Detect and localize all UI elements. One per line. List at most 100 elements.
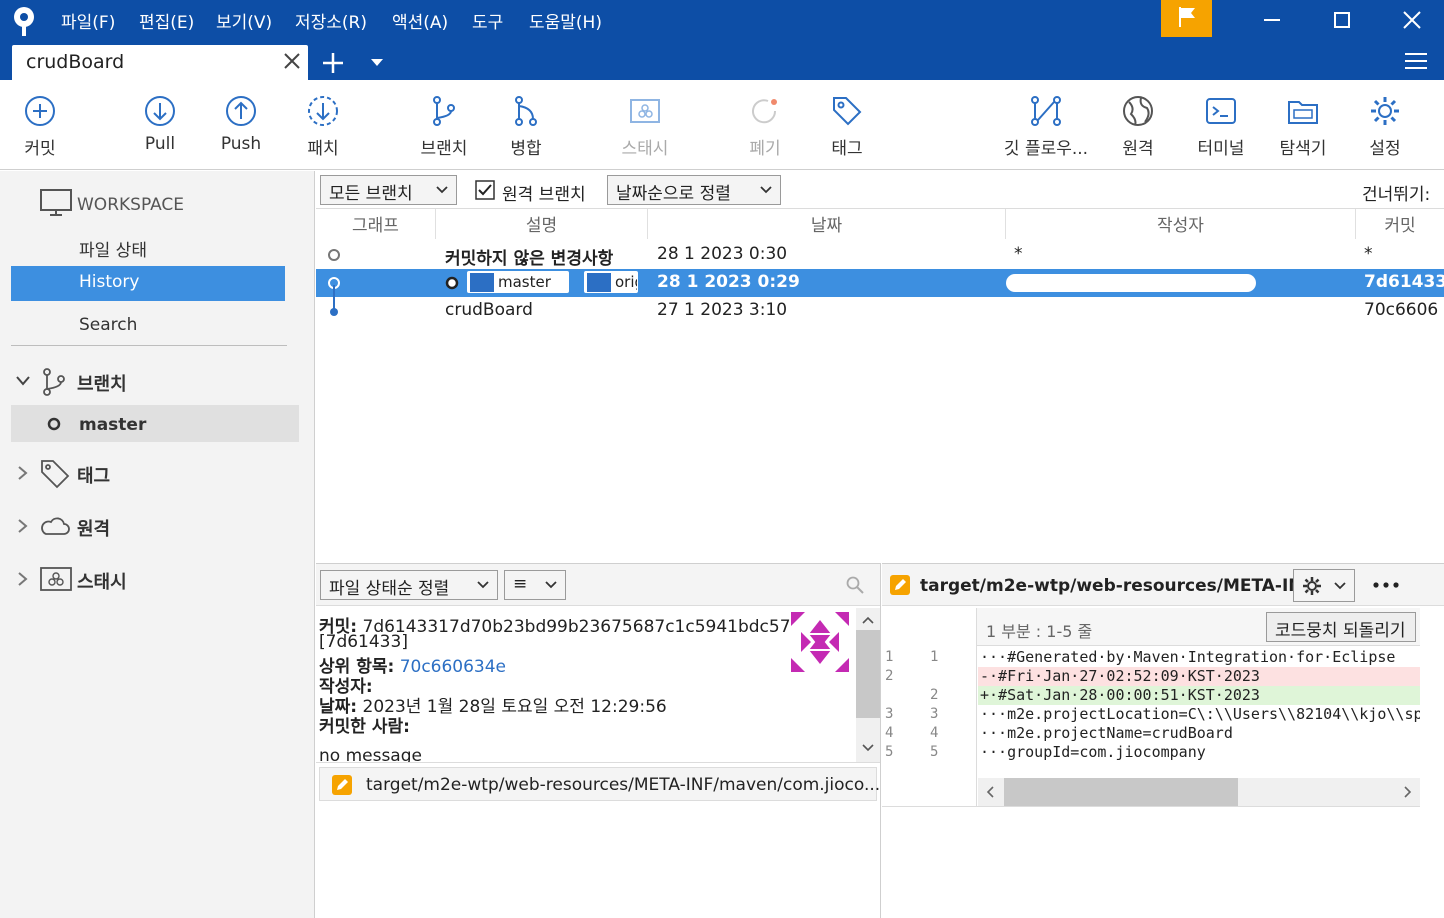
toolbar: 커밋 Pull Push 패치 브랜치 병합 스태시 폐기 태그 깃 플로우..…: [0, 80, 1444, 170]
maximize-button[interactable]: [1306, 0, 1376, 40]
stashes-header[interactable]: 스태시: [77, 568, 127, 594]
menu-view[interactable]: 보기(V): [216, 8, 272, 33]
chevron-right-icon[interactable]: [18, 519, 28, 533]
commit-plus-icon: [25, 96, 55, 126]
discard-button[interactable]: 폐기: [738, 80, 792, 170]
pull-button[interactable]: Pull: [132, 80, 188, 170]
sort-by-date-dropdown[interactable]: 날짜순으로 정렬: [607, 175, 781, 205]
branches-header[interactable]: 브랜치: [77, 370, 127, 396]
sidebar-divider: [11, 345, 287, 346]
file-status-sort-dropdown[interactable]: 파일 상태순 정렬: [320, 570, 498, 600]
chevron-down-icon[interactable]: [16, 376, 30, 386]
sidebar-item-file-status[interactable]: 파일 상태: [79, 236, 147, 261]
new-line-number: 5: [930, 744, 939, 760]
remote-branches-checkbox[interactable]: [475, 180, 495, 200]
explorer-button[interactable]: 탐색기: [1272, 80, 1334, 170]
menu-file[interactable]: 파일(F): [61, 8, 115, 33]
remotes-header[interactable]: 원격: [77, 515, 110, 541]
tab-dropdown-icon[interactable]: [371, 59, 383, 67]
commit-date: 28 1 2023 0:29: [657, 272, 800, 292]
commit-description: crudBoard: [445, 300, 533, 320]
column-header-author[interactable]: 작성자: [1006, 209, 1356, 239]
commit-info-scrollbar[interactable]: [856, 608, 880, 762]
commit-row-uncommitted[interactable]: 커밋하지 않은 변경사항 28 1 2023 0:30 * *: [316, 241, 1444, 269]
more-options-icon[interactable]: [1373, 582, 1399, 588]
stash-button[interactable]: 스태시: [612, 80, 678, 170]
stash-icon: [630, 99, 660, 123]
close-icon: [1403, 11, 1421, 29]
search-icon[interactable]: [846, 576, 864, 594]
branch-label-master[interactable]: master: [467, 271, 569, 293]
branch-button[interactable]: 브랜치: [414, 80, 474, 170]
merge-button[interactable]: 병합: [500, 80, 552, 170]
diff-options-dropdown[interactable]: [1293, 569, 1355, 602]
remote-button[interactable]: 원격: [1112, 80, 1164, 170]
column-header-commit[interactable]: 커밋: [1356, 209, 1444, 239]
close-window-button[interactable]: [1376, 0, 1444, 40]
scroll-down-icon[interactable]: [862, 744, 874, 752]
terminal-icon: [1206, 98, 1236, 124]
tags-header[interactable]: 태그: [77, 462, 110, 488]
settings-button[interactable]: 설정: [1360, 80, 1410, 170]
commit-row-selected[interactable]: master origin 28 1 2023 0:29 7d61433: [316, 269, 1444, 297]
tag-button[interactable]: 태그: [820, 80, 874, 170]
menu-help[interactable]: 도움말(H): [529, 8, 602, 33]
scrollbar-thumb[interactable]: [1004, 778, 1238, 806]
revert-hunk-button[interactable]: 코드뭉치 되돌리기: [1266, 612, 1416, 642]
fetch-button[interactable]: 패치: [296, 80, 350, 170]
all-branches-dropdown[interactable]: 모든 브랜치: [320, 175, 457, 205]
menu-tools[interactable]: 도구: [472, 8, 503, 33]
chevron-right-icon[interactable]: [18, 466, 28, 480]
column-header-graph[interactable]: 그래프: [316, 209, 436, 239]
old-line-number: 1: [885, 649, 894, 665]
git-flow-button[interactable]: 깃 플로우...: [996, 80, 1096, 170]
sidebar-item-search[interactable]: Search: [79, 315, 137, 335]
minimize-button[interactable]: [1236, 0, 1306, 40]
diff-file-path: target/m2e-wtp/web-resources/META-INF/..…: [920, 576, 1340, 596]
changed-file-item[interactable]: target/m2e-wtp/web-resources/META-INF/ma…: [319, 767, 881, 801]
chevron-right-icon[interactable]: [18, 572, 28, 586]
tab-label: crudBoard: [26, 51, 125, 73]
new-line-number: 2: [930, 687, 939, 703]
changed-file-path: target/m2e-wtp/web-resources/META-INF/ma…: [366, 775, 881, 795]
column-header-description[interactable]: 설명: [436, 209, 648, 239]
workspace-header: WORKSPACE: [77, 195, 185, 215]
commit-info-area: 커밋: 7d6143317d70b23bd99b23675687c1c5941b…: [316, 608, 856, 762]
new-line-number: 1: [930, 649, 939, 665]
menu-edit[interactable]: 편집(E): [139, 8, 194, 33]
flag-button[interactable]: [1161, 0, 1212, 37]
sidebar-item-history-label: History: [79, 272, 140, 292]
scrollbar-thumb[interactable]: [856, 630, 880, 718]
current-branch-circle-icon: [47, 417, 61, 431]
diff-horizontal-scrollbar[interactable]: [978, 778, 1420, 806]
hamburger-menu-icon[interactable]: [1405, 52, 1427, 70]
column-header-date[interactable]: 날짜: [648, 209, 1006, 239]
view-mode-dropdown[interactable]: ≡: [504, 570, 566, 600]
scroll-up-icon[interactable]: [862, 616, 874, 624]
terminal-button[interactable]: 터미널: [1190, 80, 1252, 170]
push-button[interactable]: Push: [212, 80, 270, 170]
scroll-left-icon[interactable]: [986, 786, 994, 798]
new-tab-plus-icon[interactable]: [322, 52, 344, 74]
commit-row-crudboard[interactable]: crudBoard 27 1 2023 3:10 70c6606: [316, 285, 1444, 325]
branch-icon: [43, 368, 65, 396]
tag-icon: [833, 97, 862, 126]
branch-label-origin[interactable]: origin: [584, 271, 638, 293]
diff-line-context: ···groupId=com.jiocompany: [980, 743, 1206, 761]
menu-repository[interactable]: 저장소(R): [295, 8, 367, 33]
tab-crudboard[interactable]: crudBoard: [12, 45, 308, 80]
commit-message: no message: [319, 746, 422, 762]
commit-button[interactable]: 커밋: [14, 80, 66, 170]
sourcetree-logo-icon: [14, 7, 34, 36]
push-arrow-up-icon: [226, 96, 256, 126]
sidebar-item-history[interactable]: History: [11, 266, 285, 301]
parent-hash-link[interactable]: 70c660634e: [400, 657, 506, 677]
scroll-right-icon[interactable]: [1404, 786, 1412, 798]
tab-close-icon[interactable]: [282, 50, 302, 72]
sidebar-item-master[interactable]: master: [11, 405, 299, 442]
menu-actions[interactable]: 액션(A): [392, 8, 448, 33]
branch-icon: [433, 96, 455, 126]
diff-line-removed: -·#Fri·Jan·27·02:52:09·KST·2023: [978, 667, 1420, 686]
cloud-icon: [41, 517, 70, 535]
commit-full-hash: 7d6143317d70b23bd99b23675687c1c5941bdc57: [362, 617, 791, 637]
